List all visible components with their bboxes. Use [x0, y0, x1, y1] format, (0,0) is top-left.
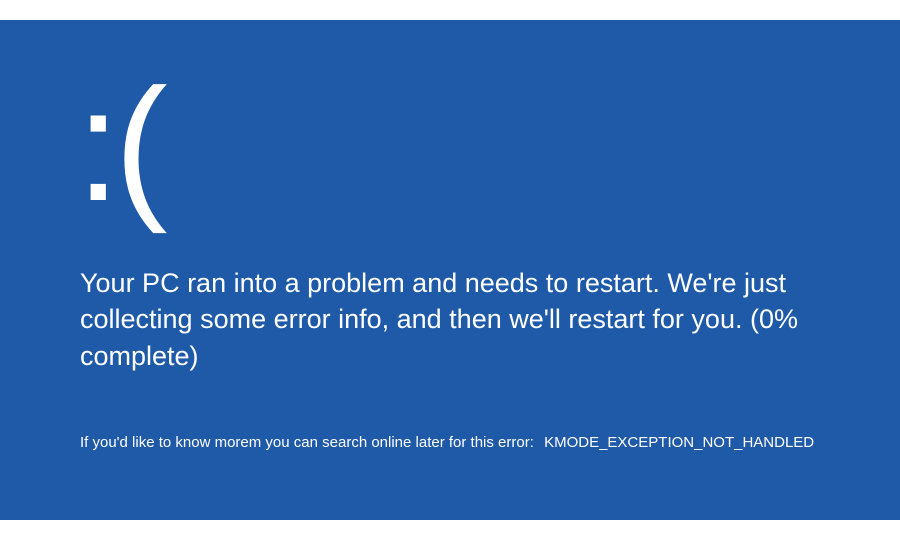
error-message: Your PC ran into a problem and needs to …: [80, 265, 820, 374]
error-hint-text: If you'd like to know morem you can sear…: [80, 434, 534, 451]
error-hint: If you'd like to know morem you can sear…: [80, 434, 820, 451]
bsod-screen: :( Your PC ran into a problem and needs …: [0, 20, 900, 520]
error-code: KMODE_EXCEPTION_NOT_HANDLED: [544, 434, 814, 451]
sad-face-icon: :(: [76, 65, 820, 225]
